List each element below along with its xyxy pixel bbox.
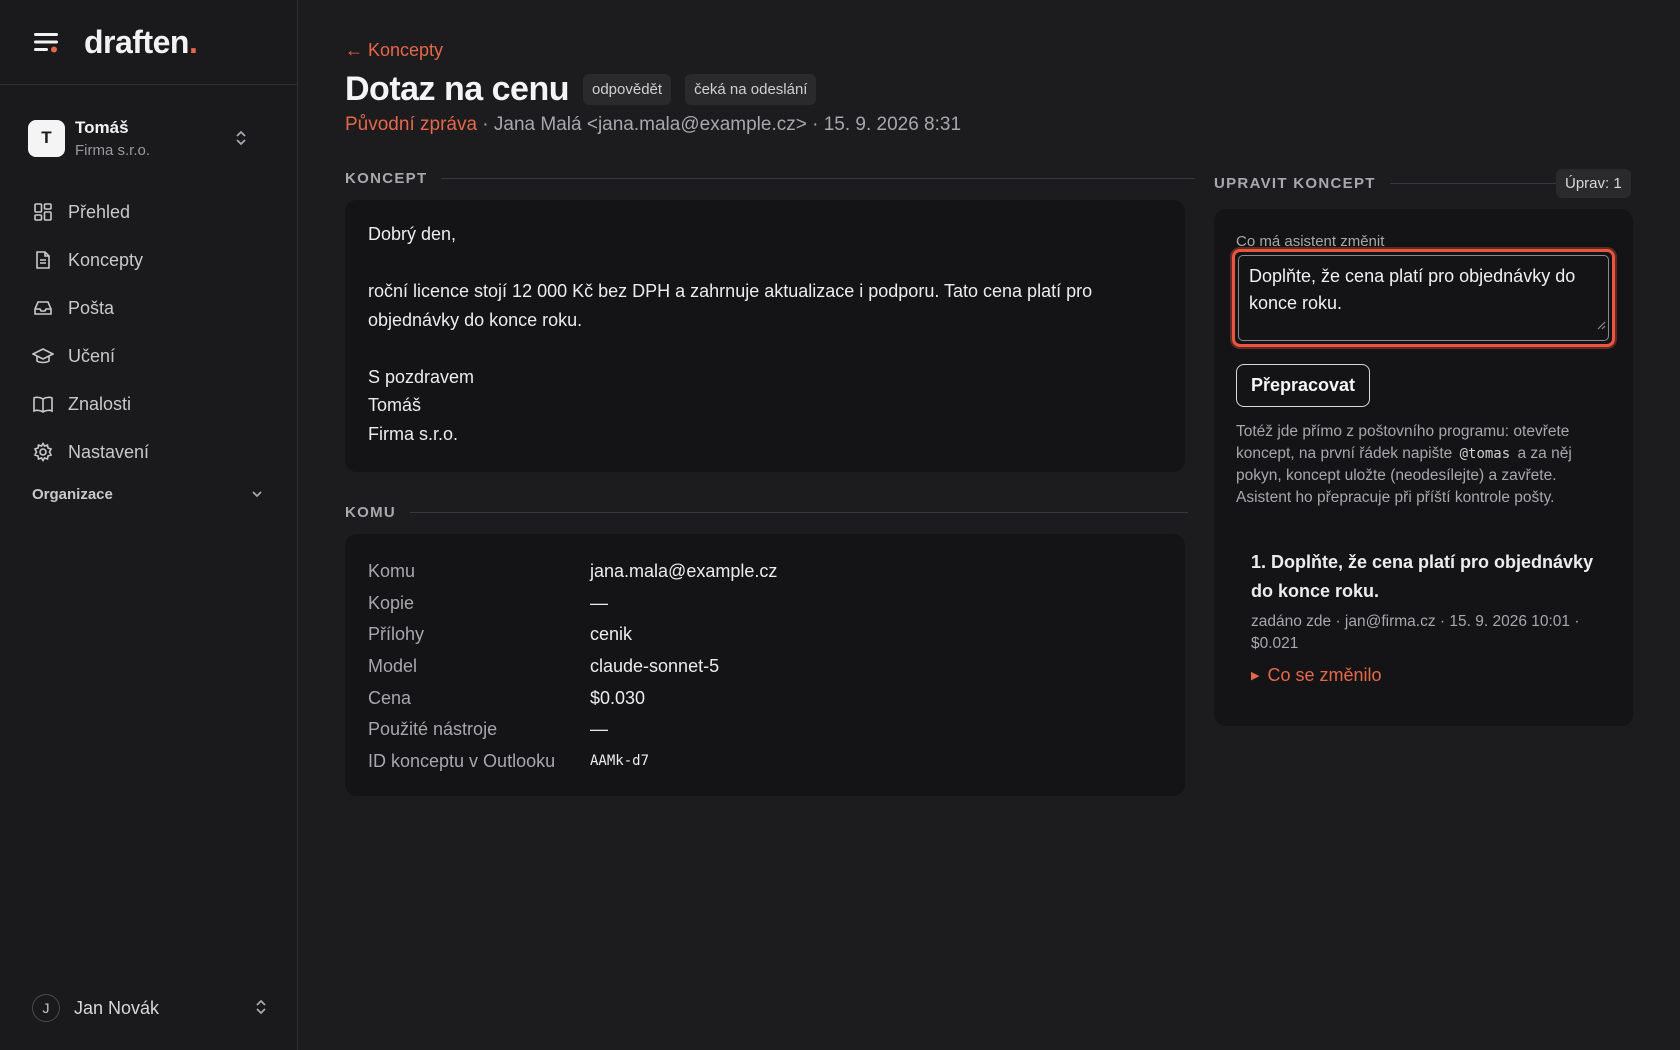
history-meta: zadáno zde · jan@firma.cz · 15. 9. 2026 … [1251,613,1580,652]
sidebar-item-uceni[interactable]: Učení [20,332,278,380]
what-changed-label: Co se změnilo [1267,665,1382,685]
chevron-up-down-icon [234,129,248,152]
detail-value: $0.030 [590,687,646,708]
divider [441,178,1196,179]
grid-icon [32,201,54,223]
draft-paragraph: roční licence stojí 12 000 Kč bez DPH a … [368,281,1093,330]
detail-row: ID konceptu v Outlooku AAMk-d7 [368,746,1162,778]
detail-row: Použité nástroje — [368,714,1162,746]
sidebar-item-label: Učení [68,345,116,366]
edit-section-header: UPRAVIT KONCEPT [1214,175,1576,192]
chevron-down-icon [250,486,264,503]
draft-signature-company: Firma s.r.o. [368,423,459,444]
menu-icon[interactable] [32,30,60,54]
organization-section-toggle[interactable]: Organizace [32,486,264,503]
account-name: Tomáš [75,117,129,137]
back-to-drafts-link[interactable]: ← Koncepty [345,40,443,61]
triangle-right-icon: ▶ [1251,670,1260,682]
sidebar-nav: Přehled Koncepty Pošta Učení Znalosti Na… [20,188,278,476]
instruction-textarea[interactable]: Doplňte, že cena platí pro objednávky do… [1232,249,1615,347]
detail-key: Model [368,656,418,677]
sidebar-item-label: Znalosti [68,393,132,414]
graduation-cap-icon [32,345,54,367]
detail-key: ID konceptu v Outlooku [368,750,556,771]
history-instruction: 1. Doplňte, že cena platí pro objednávky… [1251,552,1594,601]
edit-count-badge: Úprav: 1 [1556,169,1631,198]
organization-label: Organizace [32,486,113,503]
account-switcher[interactable]: T Tomáš Firma s.r.o. [28,117,272,159]
instruction-label: Co má asistent změnit [1236,233,1385,250]
detail-key: Cena [368,687,412,708]
what-changed-toggle[interactable]: ▶ Co se změnilo [1251,665,1596,686]
status-badge: čeká na odeslání [685,74,817,105]
user-menu[interactable]: J Jan Novák [32,994,268,1022]
detail-key: Kopie [368,592,415,613]
type-badge: odpovědět [582,74,672,105]
user-name: Jan Novák [74,997,160,1018]
original-message-link[interactable]: Původní zpráva [345,114,477,135]
detail-key: Použité nástroje [368,719,498,740]
document-icon [32,249,54,271]
detail-value: — [590,719,608,740]
detail-row: Model claude-sonnet-5 [368,651,1162,683]
sidebar-item-label: Přehled [68,201,131,222]
sidebar-item-label: Nastavení [68,441,150,462]
chevron-up-down-icon [254,998,268,1021]
sidebar-item-posta[interactable]: Pošta [20,284,278,332]
gear-icon [32,441,54,463]
details-table: Komu jana.mala@example.cz Kopie — Přílohy c… [345,534,1185,796]
sidebar-item-label: Pošta [68,297,115,318]
draft-section-label: KONCEPT [345,170,428,187]
details-section-label: KOMU [345,504,397,521]
sidebar-item-koncepty[interactable]: Koncepty [20,236,278,284]
help-text: Totéž jde přímo z poštovního programu: o… [1236,423,1572,506]
book-icon [32,393,54,415]
draft-section-header: KONCEPT [345,170,1196,187]
divider [410,512,1189,513]
sidebar-item-label: Koncepty [68,249,144,270]
mention-code: @tomas [1459,445,1511,462]
detail-value: claude-sonnet-5 [590,656,720,677]
draft-signature-name: Tomáš [368,395,422,415]
detail-key: Přílohy [368,624,425,645]
details-section-header: KOMU [345,504,1189,521]
divider [1389,183,1576,184]
detail-row: Cena $0.030 [368,682,1162,714]
detail-value: — [590,592,608,613]
resize-handle-icon[interactable] [1596,311,1606,338]
detail-key: Komu [368,561,416,582]
page-title: Dotaz na cenu [345,70,569,108]
edit-section-label: UPRAVIT KONCEPT [1214,175,1376,192]
message-meta-text: · Jana Malá <jana.mala@example.cz> · 15.… [477,114,962,135]
edit-panel: Co má asistent změnit Doplňte, že cena p… [1214,209,1633,726]
sidebar-item-znalosti[interactable]: Znalosti [20,380,278,428]
instruction-text: Doplňte, že cena platí pro objednávky do… [1249,266,1576,313]
message-meta: Původní zpráva · Jana Malá <jana.mala@ex… [345,114,961,136]
detail-value: jana.mala@example.cz [590,561,778,582]
sidebar: draften. T Tomáš Firma s.r.o. Přehled Ko… [0,0,298,1050]
rework-button[interactable]: Přepracovat [1236,364,1371,407]
inbox-icon [32,297,54,319]
detail-row: Přílohy cenik [368,619,1162,651]
detail-value: cenik [590,624,633,645]
draft-greeting: Dobrý den, [368,224,457,244]
edit-history-item: 1. Doplňte, že cena platí pro objednávky… [1251,548,1596,686]
detail-value: AAMk-d7 [590,753,650,770]
app-logo[interactable]: draften. [84,24,198,61]
user-avatar: J [32,994,60,1022]
detail-row: Komu jana.mala@example.cz [368,556,1162,588]
account-avatar: T [28,119,65,157]
sidebar-header: draften. [0,0,297,85]
sidebar-item-prehled[interactable]: Přehled [20,188,278,236]
draft-body: Dobrý den, roční licence stojí 12 000 Kč… [345,200,1185,472]
draft-closing: S pozdravem [368,366,475,387]
title-row: Dotaz na cenu odpovědět čeká na odeslání [345,70,830,109]
account-company: Firma s.r.o. [75,141,151,159]
sidebar-item-nastaveni[interactable]: Nastavení [20,428,278,476]
detail-row: Kopie — [368,588,1162,620]
